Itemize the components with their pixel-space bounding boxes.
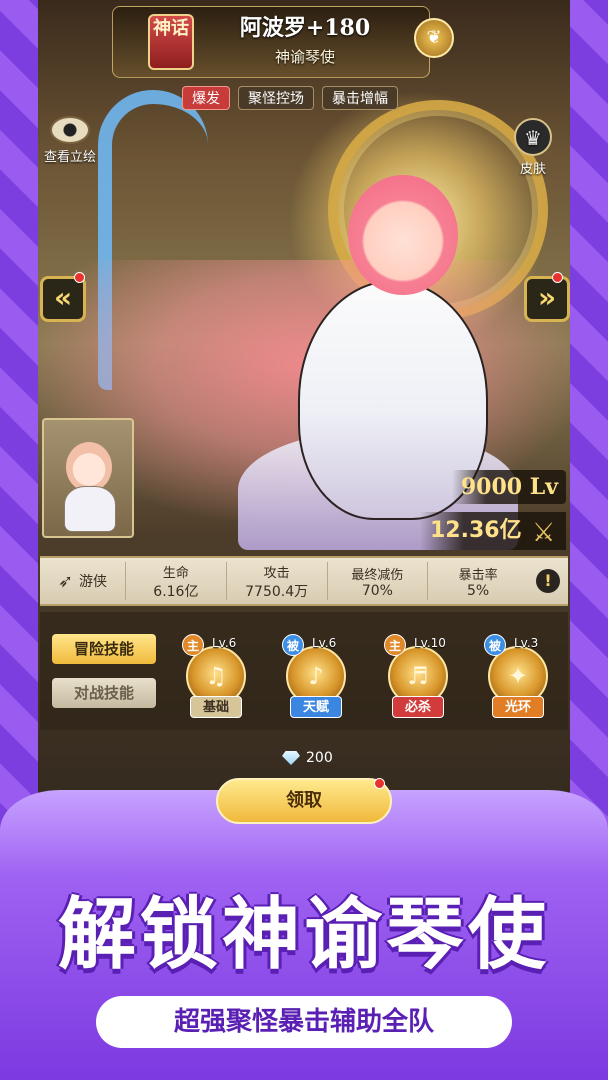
level-display: 9000 Lv: [452, 470, 566, 504]
skill-level: Lv.6: [312, 636, 337, 650]
prev-notification-dot: [74, 272, 85, 283]
stat-label: 暴击率: [458, 567, 498, 583]
skill-kind-badge: 主: [384, 634, 406, 656]
bow-icon: ➶: [57, 570, 74, 592]
claim-notification-dot: [374, 778, 385, 789]
hero-class: ➶ 游侠: [40, 562, 126, 600]
stat-damage-reduction: 最终减伤 70%: [328, 562, 429, 600]
hero-head-art: [348, 175, 458, 295]
skill-kind-badge: 被: [484, 634, 506, 656]
skill-name: 基础: [190, 696, 242, 718]
stat-crit-rate: 暴击率 5%: [428, 562, 528, 600]
stats-bar: ➶ 游侠 生命 6.16亿 攻击 7750.4万 最终减伤 70% 暴击率 5%…: [40, 556, 568, 606]
power-display: 12.36亿 ⚔: [420, 512, 566, 550]
faction-emblem-icon[interactable]: ❦: [414, 18, 454, 58]
skin-label: 皮肤: [519, 162, 546, 177]
eye-icon: [50, 116, 90, 144]
skill-name: 光环: [492, 696, 544, 718]
promo-frame: 神话 阿波罗+180 神谕琴使 ❦ 爆发 聚怪控场 暴击增幅 查看立绘 ♛ 皮肤…: [0, 0, 608, 1080]
skill-kind-badge: 被: [282, 634, 304, 656]
skill-kind-badge: 主: [182, 634, 204, 656]
stat-label: 攻击: [263, 565, 290, 581]
gem-amount: 200: [306, 750, 333, 766]
skin-icon: ♛: [514, 118, 552, 156]
hero-name: 阿波罗+180: [239, 15, 371, 41]
stat-value: 7750.4万: [245, 583, 309, 600]
gem-reward: 200: [282, 750, 333, 766]
next-notification-dot: [552, 272, 563, 283]
skills-panel: 冒险技能 对战技能 ♫ 主 Lv.6 基础 ♪ 被 Lv.6 天赋 ♬ 主 Lv…: [40, 612, 568, 730]
stat-hp: 生命 6.16亿: [126, 562, 227, 600]
chibi-body-art: [64, 486, 116, 532]
skill-ultimate[interactable]: ♬ 主 Lv.10 必杀: [384, 632, 452, 722]
crossed-swords-icon: ⚔: [532, 518, 556, 548]
chibi-portrait[interactable]: [42, 418, 134, 538]
skill-level: Lv.3: [514, 636, 539, 650]
stat-value: 6.16亿: [153, 583, 199, 600]
view-art-label: 查看立绘: [43, 150, 96, 165]
hero-class-label: 游侠: [79, 574, 108, 590]
stat-label: 生命: [162, 565, 189, 581]
skill-name: 天赋: [290, 696, 342, 718]
hero-title: 神谕琴使: [274, 48, 335, 66]
skill-level: Lv.10: [414, 636, 446, 650]
view-art-button[interactable]: 查看立绘: [38, 116, 102, 165]
power-value: 12.36亿: [430, 518, 522, 543]
skin-button[interactable]: ♛ 皮肤: [508, 118, 558, 177]
tag-burst: 爆发: [182, 86, 230, 110]
tag-crit-boost: 暴击增幅: [322, 86, 398, 110]
claim-button[interactable]: 领取: [216, 778, 392, 824]
chibi-face-art: [66, 442, 112, 492]
stat-value: 70%: [361, 582, 393, 599]
promo-title: 解锁神谕琴使: [57, 890, 550, 980]
next-hero-button[interactable]: »: [524, 276, 570, 322]
rarity-badge: 神话: [148, 14, 194, 70]
skill-talent[interactable]: ♪ 被 Lv.6 天赋: [282, 632, 350, 722]
level-unit: Lv: [529, 474, 558, 500]
level-value: 9000: [460, 474, 523, 500]
stat-value: 5%: [467, 582, 490, 599]
promo-subtitle: 超强聚怪暴击辅助全队: [96, 996, 512, 1048]
skill-level: Lv.6: [212, 636, 237, 650]
skill-name: 必杀: [392, 696, 444, 718]
tab-battle-skills[interactable]: 对战技能: [52, 678, 156, 708]
hero-tags: 爆发 聚怪控场 暴击增幅: [182, 86, 398, 110]
skill-aura[interactable]: ✦ 被 Lv.3 光环: [484, 632, 552, 722]
diamond-icon: [282, 751, 300, 765]
stats-info-button[interactable]: !: [528, 562, 568, 600]
skill-basic[interactable]: ♫ 主 Lv.6 基础: [182, 632, 250, 722]
stat-label: 最终减伤: [351, 567, 404, 583]
tab-adventure-skills[interactable]: 冒险技能: [52, 634, 156, 664]
stat-attack: 攻击 7750.4万: [227, 562, 328, 600]
tag-crowd-control: 聚怪控场: [238, 86, 314, 110]
info-icon: !: [536, 569, 560, 593]
